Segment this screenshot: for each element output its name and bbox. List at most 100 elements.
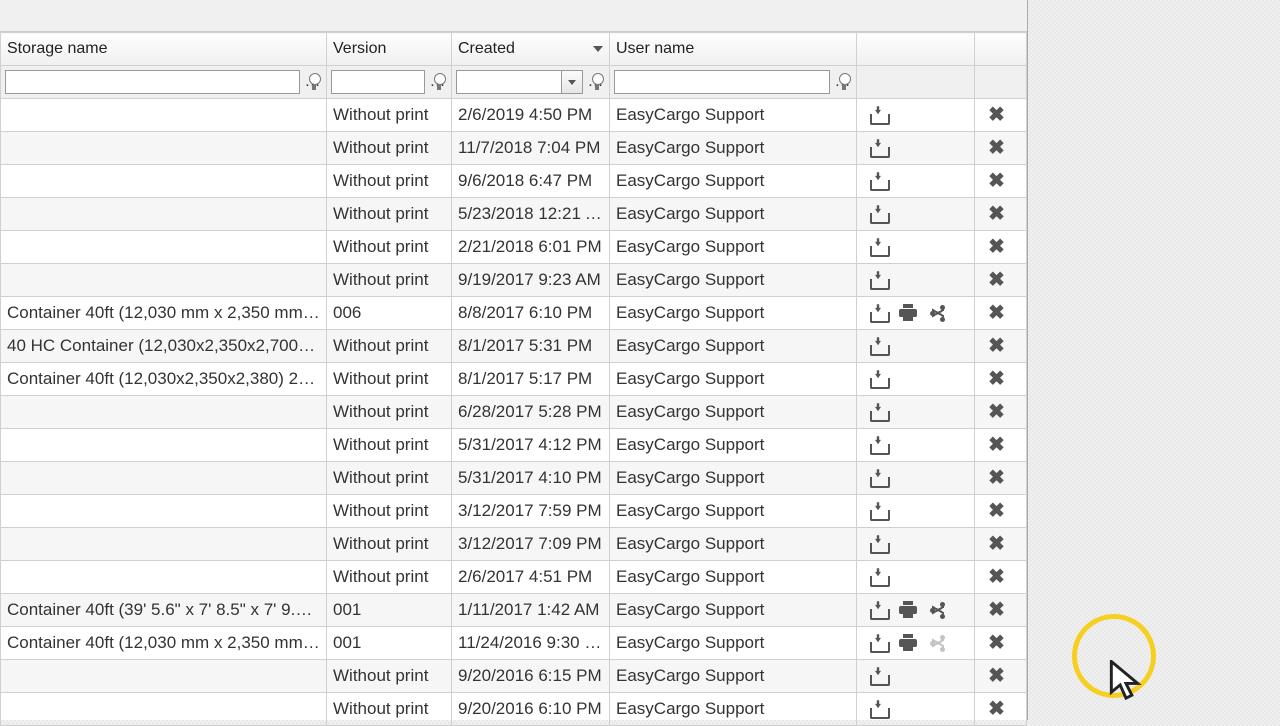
table-row[interactable]: Container 40ft (12,030x2,350x2,380) 26,4… [1, 363, 1027, 396]
cell-user: EasyCargo Support [610, 396, 857, 429]
delete-icon[interactable]: ✖ [986, 567, 1008, 587]
load-icon[interactable] [867, 138, 889, 158]
storage-table: Storage name Version Created User name [0, 32, 1027, 726]
filter-icon[interactable] [836, 72, 852, 92]
cell-delete: ✖ [975, 429, 1027, 462]
cell-created: 5/31/2017 4:12 PM [452, 429, 610, 462]
share-icon[interactable] [927, 303, 949, 323]
cell-user: EasyCargo Support [610, 462, 857, 495]
filter-icon[interactable] [431, 72, 447, 92]
delete-icon[interactable]: ✖ [986, 204, 1008, 224]
delete-icon[interactable]: ✖ [986, 369, 1008, 389]
load-icon[interactable] [867, 501, 889, 521]
load-icon[interactable] [867, 204, 889, 224]
load-icon[interactable] [867, 336, 889, 356]
cell-user: EasyCargo Support [610, 330, 857, 363]
table-row[interactable]: Without print2/6/2019 4:50 PMEasyCargo S… [1, 99, 1027, 132]
table-row[interactable]: Without print5/31/2017 4:12 PMEasyCargo … [1, 429, 1027, 462]
table-row[interactable]: 40 HC Container (12,030x2,350x2,700) 28,… [1, 330, 1027, 363]
load-icon[interactable] [867, 633, 889, 653]
table-row[interactable]: Without print5/23/2018 12:21 AMEasyCargo… [1, 198, 1027, 231]
cell-delete: ✖ [975, 264, 1027, 297]
delete-icon[interactable]: ✖ [986, 633, 1008, 653]
load-icon[interactable] [867, 435, 889, 455]
cell-delete: ✖ [975, 528, 1027, 561]
cell-user: EasyCargo Support [610, 561, 857, 594]
delete-icon[interactable]: ✖ [986, 105, 1008, 125]
load-icon[interactable] [867, 666, 889, 686]
delete-icon[interactable]: ✖ [986, 699, 1008, 719]
filter-icon[interactable] [589, 72, 605, 92]
cell-actions [857, 462, 975, 495]
cell-version: Without print [327, 495, 452, 528]
delete-icon[interactable]: ✖ [986, 237, 1008, 257]
header-row: Storage name Version Created User name [1, 33, 1027, 66]
delete-icon[interactable]: ✖ [986, 501, 1008, 521]
cell-actions [857, 495, 975, 528]
cell-actions [857, 264, 975, 297]
load-icon[interactable] [867, 171, 889, 191]
load-icon[interactable] [867, 105, 889, 125]
table-row[interactable]: Without print9/20/2016 6:15 PMEasyCargo … [1, 660, 1027, 693]
load-icon[interactable] [867, 534, 889, 554]
chevron-down-icon[interactable] [561, 70, 583, 94]
table-row[interactable]: Without print9/19/2017 9:23 AMEasyCargo … [1, 264, 1027, 297]
table-row[interactable]: Without print3/12/2017 7:09 PMEasyCargo … [1, 528, 1027, 561]
cell-storage [1, 429, 327, 462]
cell-actions [857, 429, 975, 462]
table-row[interactable]: Without print3/12/2017 7:59 PMEasyCargo … [1, 495, 1027, 528]
filter-created-combo[interactable] [456, 70, 583, 94]
table-row[interactable]: Without print6/28/2017 5:28 PMEasyCargo … [1, 396, 1027, 429]
header-version[interactable]: Version [327, 33, 452, 66]
header-user[interactable]: User name [610, 33, 857, 66]
load-icon[interactable] [867, 402, 889, 422]
filter-version-input[interactable] [331, 70, 425, 94]
table-row[interactable]: Without print2/21/2018 6:01 PMEasyCargo … [1, 231, 1027, 264]
delete-icon[interactable]: ✖ [986, 468, 1008, 488]
load-icon[interactable] [867, 237, 889, 257]
cell-actions [857, 363, 975, 396]
print-icon[interactable] [897, 600, 919, 620]
cell-version: 001 [327, 627, 452, 660]
cell-delete: ✖ [975, 165, 1027, 198]
print-icon[interactable] [897, 303, 919, 323]
load-icon[interactable] [867, 600, 889, 620]
delete-icon[interactable]: ✖ [986, 600, 1008, 620]
load-icon[interactable] [867, 468, 889, 488]
print-icon[interactable] [897, 633, 919, 653]
delete-icon[interactable]: ✖ [986, 402, 1008, 422]
header-created[interactable]: Created [452, 33, 610, 66]
filter-storage-input[interactable] [5, 70, 300, 94]
load-icon[interactable] [867, 303, 889, 323]
table-row[interactable]: Without print2/6/2017 4:51 PMEasyCargo S… [1, 561, 1027, 594]
table-row[interactable]: Container 40ft (12,030 mm x 2,350 mm x 2… [1, 297, 1027, 330]
cell-delete: ✖ [975, 330, 1027, 363]
table-row[interactable]: Without print9/20/2016 6:10 PMEasyCargo … [1, 693, 1027, 726]
filter-icon[interactable] [306, 72, 322, 92]
table-row[interactable]: Without print11/7/2018 7:04 PMEasyCargo … [1, 132, 1027, 165]
load-icon[interactable] [867, 699, 889, 719]
cell-actions [857, 528, 975, 561]
load-icon[interactable] [867, 369, 889, 389]
delete-icon[interactable]: ✖ [986, 171, 1008, 191]
filter-user-input[interactable] [614, 70, 830, 94]
delete-icon[interactable]: ✖ [986, 303, 1008, 323]
header-storage[interactable]: Storage name [1, 33, 327, 66]
delete-icon[interactable]: ✖ [986, 435, 1008, 455]
delete-icon[interactable]: ✖ [986, 336, 1008, 356]
load-icon[interactable] [867, 270, 889, 290]
cell-storage: Container 40ft (12,030x2,350x2,380) 26,4… [1, 363, 327, 396]
load-icon[interactable] [867, 567, 889, 587]
table-row[interactable]: Without print5/31/2017 4:10 PMEasyCargo … [1, 462, 1027, 495]
table-row[interactable]: Container 40ft (39' 5.6" x 7' 8.5" x 7' … [1, 594, 1027, 627]
delete-icon[interactable]: ✖ [986, 270, 1008, 290]
cell-user: EasyCargo Support [610, 165, 857, 198]
delete-icon[interactable]: ✖ [986, 534, 1008, 554]
share-icon[interactable] [927, 600, 949, 620]
table-row[interactable]: Container 40ft (12,030 mm x 2,350 mm x 2… [1, 627, 1027, 660]
cell-actions [857, 561, 975, 594]
cell-created: 3/12/2017 7:09 PM [452, 528, 610, 561]
table-row[interactable]: Without print9/6/2018 6:47 PMEasyCargo S… [1, 165, 1027, 198]
delete-icon[interactable]: ✖ [986, 666, 1008, 686]
delete-icon[interactable]: ✖ [986, 138, 1008, 158]
